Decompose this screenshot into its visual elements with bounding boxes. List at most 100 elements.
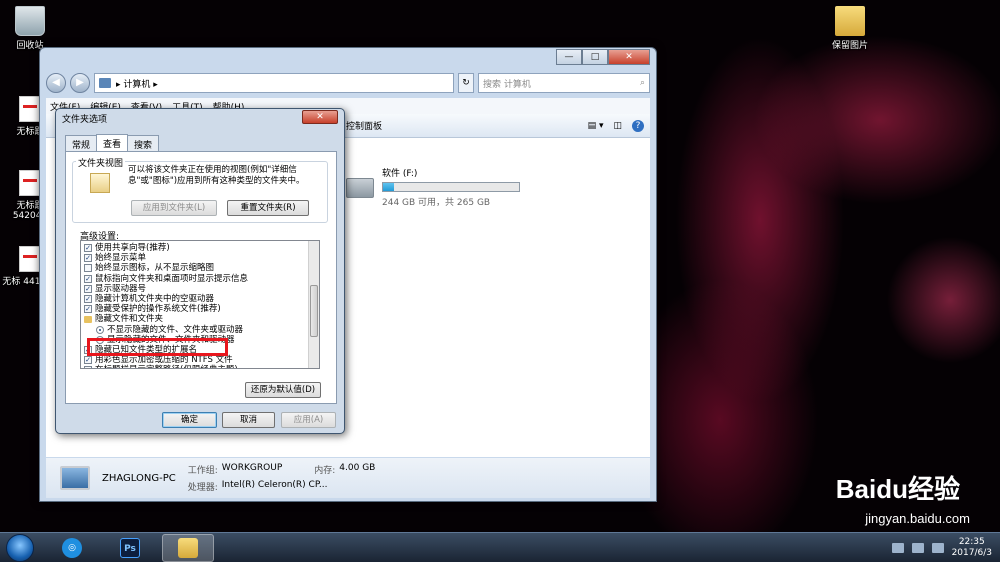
- checkbox[interactable]: ✓: [84, 284, 92, 293]
- folder-views-description: 可以将该文件夹正在使用的视图(例如"详细信息"或"图标")应用到所有这种类型的文…: [128, 165, 305, 186]
- address-row: ◀ ▶ ▸ 计算机 ▸ ↻ 搜索 计算机 ⌕: [46, 72, 650, 94]
- maximize-button[interactable]: □: [582, 49, 608, 65]
- start-button[interactable]: [6, 533, 34, 562]
- checkbox[interactable]: ✓: [84, 254, 92, 263]
- document-icon: [19, 96, 41, 122]
- setting-row[interactable]: 在标题栏显示完整路径(仅限经典主题): [84, 365, 319, 368]
- checkbox[interactable]: ✓: [84, 295, 92, 304]
- taskbar-app-browser[interactable]: ◎: [46, 534, 98, 562]
- hard-drive-icon: [346, 178, 374, 198]
- setting-row[interactable]: ✓ 隐藏计算机文件夹中的空驱动器: [84, 294, 319, 304]
- help-icon[interactable]: ?: [632, 119, 644, 132]
- setting-label: 隐藏文件和文件夹: [95, 314, 164, 325]
- preview-pane-icon[interactable]: ◫: [613, 121, 622, 131]
- memory-value: 4.00 GB: [339, 463, 376, 473]
- search-input[interactable]: 搜索 计算机 ⌕: [478, 73, 650, 93]
- folder-icon: [84, 315, 92, 323]
- photoshop-icon: Ps: [120, 537, 140, 558]
- setting-row[interactable]: ✓ 隐藏受保护的操作系统文件(推荐): [84, 304, 319, 314]
- computer-icon: [99, 78, 111, 88]
- search-placeholder: 搜索 计算机: [483, 79, 531, 90]
- folder-icon: [835, 6, 865, 36]
- network-icon[interactable]: [891, 542, 904, 553]
- document-icon: [19, 246, 41, 272]
- drive-item[interactable]: 软件 (F:) 244 GB 可用，共 265 GB: [346, 166, 520, 208]
- checkbox[interactable]: ✓: [84, 305, 92, 314]
- address-path: ▸ 计算机 ▸: [116, 79, 158, 90]
- processor-value: Intel(R) Celeron(R) CP...: [221, 480, 328, 490]
- desktop-icon-label: 保留图片: [831, 41, 868, 51]
- desktop-icon-recycle-bin[interactable]: 回收站: [0, 6, 60, 51]
- taskbar: ◎ Ps 22:35 2017/6/3: [0, 532, 1000, 562]
- drive-name: 软件 (F:): [382, 169, 418, 179]
- recycle-bin-icon: [15, 6, 45, 36]
- memory-label: 内存:: [314, 466, 336, 476]
- baidu-watermark: Baidu经验: [835, 474, 960, 504]
- cancel-button[interactable]: 取消: [222, 412, 275, 428]
- checkbox[interactable]: ✓: [84, 356, 92, 365]
- document-icon: [19, 170, 41, 196]
- folder-views-title: 文件夹视图: [76, 156, 126, 169]
- desktop-icon-saved-images[interactable]: 保留图片: [820, 6, 880, 51]
- setting-label: 始终显示菜单: [95, 253, 147, 264]
- ok-button[interactable]: 确定: [162, 412, 217, 428]
- setting-label: 使用共享向导(推荐): [95, 243, 170, 253]
- setting-row[interactable]: ✓ 始终显示菜单: [84, 253, 319, 263]
- highlight-box: [87, 338, 228, 356]
- back-button[interactable]: ◀: [46, 73, 66, 93]
- setting-row[interactable]: 不显示隐藏的文件、文件夹或驱动器: [84, 325, 319, 335]
- setting-label: 在标题栏显示完整路径(仅限经典主题): [95, 365, 238, 368]
- security-icon[interactable]: [911, 542, 924, 553]
- control-panel-button[interactable]: 控制面板: [346, 119, 382, 132]
- window-controls: — □ ✕: [556, 49, 650, 65]
- checkbox[interactable]: [84, 366, 92, 368]
- taskbar-app-photoshop[interactable]: Ps: [104, 534, 156, 562]
- search-icon: ⌕: [639, 78, 645, 88]
- dialog-close-button[interactable]: ✕: [302, 110, 338, 124]
- setting-row[interactable]: ✓ 显示驱动器号: [84, 284, 319, 294]
- apply-button[interactable]: 应用(A): [281, 412, 336, 428]
- clock-time: 22:35: [958, 536, 985, 547]
- checkbox[interactable]: [84, 264, 92, 273]
- drive-usage-fill: [383, 183, 394, 191]
- radio-button[interactable]: [96, 325, 104, 334]
- restore-defaults-button[interactable]: 还原为默认值(D): [245, 382, 321, 398]
- processor-label: 处理器:: [187, 483, 218, 493]
- drive-summary: 244 GB 可用，共 265 GB: [382, 198, 491, 208]
- setting-row[interactable]: 隐藏文件和文件夹: [84, 314, 319, 324]
- dialog-title: 文件夹选项: [62, 115, 108, 125]
- clock[interactable]: 22:35 2017/6/3: [952, 537, 992, 559]
- minimize-button[interactable]: —: [556, 49, 582, 65]
- baidu-watermark-url: jingyan.baidu.com: [865, 511, 970, 526]
- apply-to-folders-button[interactable]: 应用到文件夹(L): [131, 200, 217, 216]
- explorer-icon: [178, 537, 198, 558]
- forward-button[interactable]: ▶: [70, 73, 90, 93]
- setting-row[interactable]: ✓ 使用共享向导(推荐): [84, 243, 319, 253]
- setting-label: 不显示隐藏的文件、文件夹或驱动器: [107, 324, 244, 335]
- folder-options-dialog: 文件夹选项 ✕ 常规 查看 搜索 文件夹视图 可以将该文件夹正在使用的视图(例如…: [55, 108, 345, 434]
- setting-label: 隐藏受保护的操作系统文件(推荐): [95, 304, 221, 315]
- checkbox[interactable]: ✓: [84, 274, 92, 283]
- workgroup-value: WORKGROUP: [221, 463, 283, 473]
- details-pane: ZHAGLONG-PC 工作组: WORKGROUP 内存: 4.00 GB 处…: [46, 458, 650, 498]
- setting-row[interactable]: ✓ 鼠标指向文件夹和桌面项时显示提示信息: [84, 274, 319, 284]
- close-button[interactable]: ✕: [608, 49, 650, 65]
- address-bar[interactable]: ▸ 计算机 ▸: [94, 73, 454, 93]
- drive-usage-bar: [382, 182, 520, 192]
- workgroup-label: 工作组:: [187, 466, 218, 476]
- setting-row[interactable]: 始终显示图标，从不显示缩略图: [84, 263, 319, 273]
- scrollbar-thumb[interactable]: [310, 285, 318, 337]
- checkbox[interactable]: ✓: [84, 244, 92, 253]
- setting-label: 鼠标指向文件夹和桌面项时显示提示信息: [95, 273, 249, 284]
- setting-label: 始终显示图标，从不显示缩略图: [95, 263, 215, 274]
- reset-folders-button[interactable]: 重置文件夹(R): [227, 200, 309, 216]
- taskbar-app-explorer[interactable]: [162, 533, 214, 562]
- view-options-icon[interactable]: ▤ ▾: [588, 121, 604, 131]
- volume-icon[interactable]: [931, 542, 944, 553]
- system-tray: 22:35 2017/6/3: [891, 537, 1000, 559]
- browser-icon: ◎: [62, 537, 82, 558]
- setting-row[interactable]: ✓ 用彩色显示加密或压缩的 NTFS 文件: [84, 355, 319, 365]
- refresh-button[interactable]: ↻: [458, 73, 474, 93]
- setting-label: 隐藏计算机文件夹中的空驱动器: [95, 293, 215, 304]
- settings-scrollbar[interactable]: [308, 241, 319, 368]
